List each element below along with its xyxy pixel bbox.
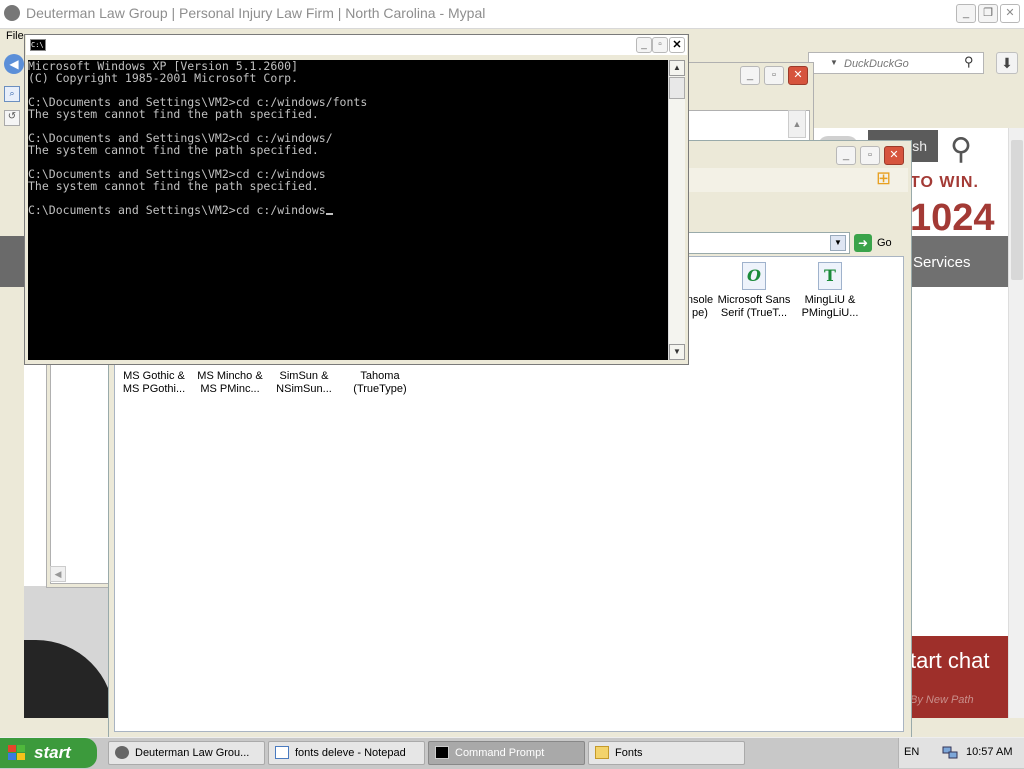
font-item-label: MS Gothic & MS PGothi... bbox=[122, 370, 186, 395]
site-search-icon[interactable]: ⚲ bbox=[950, 132, 972, 167]
site-nav-services[interactable]: Services bbox=[913, 254, 971, 271]
cmd-scrollbar[interactable]: ▲ ▼ bbox=[668, 60, 685, 360]
bookmarks-sidebar-icon[interactable]: ⌕ bbox=[4, 86, 20, 102]
taskbar-item-notepad[interactable]: fonts deleve - Notepad bbox=[268, 741, 425, 765]
cmd-output: Microsoft Windows XP [Version 5.1.2600] … bbox=[28, 60, 368, 217]
taskbar-item-label: Command Prompt bbox=[455, 747, 545, 759]
browser-sidebar-strip bbox=[0, 44, 24, 737]
cmd-console[interactable]: Microsoft Windows XP [Version 5.1.2600] … bbox=[28, 60, 668, 360]
font-item-label: SimSun & NSimSun... bbox=[276, 370, 332, 395]
cmd-app-icon: C:\ bbox=[30, 39, 46, 51]
font-item[interactable]: Tahoma (TrueType) bbox=[340, 370, 420, 396]
cmd-scrollbar-thumb[interactable] bbox=[669, 77, 685, 99]
site-slogan: TO WIN. bbox=[910, 174, 979, 191]
folder-icon bbox=[595, 746, 609, 759]
cmd-titlebar[interactable] bbox=[26, 35, 687, 55]
font-item[interactable]: SimSun & NSimSun... bbox=[264, 370, 344, 396]
fonts-close-button[interactable]: ✕ bbox=[884, 146, 904, 165]
font-item-label: MS Mincho & MS PMinc... bbox=[197, 370, 263, 395]
opentype-font-icon: O bbox=[742, 262, 766, 290]
notepad-minimize-button[interactable]: _ bbox=[740, 66, 760, 85]
taskbar-item-fonts[interactable]: Fonts bbox=[588, 741, 745, 765]
notepad-scroll-left[interactable]: ◀ bbox=[50, 566, 66, 582]
site-phone-number[interactable]: 1024 bbox=[910, 197, 995, 240]
font-item[interactable]: MS Gothic & MS PGothi... bbox=[114, 370, 194, 396]
browser-maximize-button[interactable]: ❐ bbox=[978, 4, 998, 23]
font-item-label: Microsoft Sans Serif (TrueT... bbox=[717, 294, 791, 319]
go-arrow-icon[interactable]: ➜ bbox=[854, 234, 872, 252]
font-item[interactable]: T MingLiU & PMingLiU... bbox=[790, 262, 870, 320]
taskbar-item-command-prompt[interactable]: Command Prompt bbox=[428, 741, 585, 765]
site-chat-label[interactable]: tart chat bbox=[910, 648, 989, 674]
browser-scrollbar[interactable] bbox=[1008, 128, 1024, 718]
taskbar-item-browser[interactable]: Deuterman Law Grou... bbox=[108, 741, 265, 765]
network-icon[interactable] bbox=[942, 744, 958, 760]
download-icon[interactable]: ⬇ bbox=[996, 52, 1018, 74]
menu-file[interactable]: File bbox=[6, 30, 24, 42]
browser-title: Deuterman Law Group | Personal Injury La… bbox=[26, 5, 486, 21]
truetype-font-icon: T bbox=[818, 262, 842, 290]
address-dropdown-icon[interactable]: ▼ bbox=[830, 235, 846, 251]
notepad-scroll-up[interactable]: ▲ bbox=[788, 110, 806, 138]
cmd-minimize-button[interactable]: _ bbox=[636, 37, 652, 53]
search-icon[interactable]: ⚲ bbox=[964, 54, 974, 70]
go-button-label[interactable]: Go bbox=[877, 237, 892, 249]
browser-close-button[interactable]: ✕ bbox=[1000, 4, 1020, 23]
browser-minimize-button[interactable]: _ bbox=[956, 4, 976, 23]
taskbar-item-label: Deuterman Law Grou... bbox=[135, 747, 250, 759]
notepad-close-button[interactable]: ✕ bbox=[788, 66, 808, 85]
cmd-close-button[interactable]: ✕ bbox=[669, 37, 685, 53]
cmd-maximize-button[interactable]: ▫ bbox=[652, 37, 668, 53]
font-item[interactable]: O Microsoft Sans Serif (TrueT... bbox=[714, 262, 794, 320]
cmd-scroll-down-icon[interactable]: ▼ bbox=[669, 344, 685, 360]
site-nav-bar-edge bbox=[0, 236, 24, 287]
search-placeholder: DuckDuckGo bbox=[844, 58, 909, 70]
notepad-maximize-button[interactable]: ▫ bbox=[764, 66, 784, 85]
history-sidebar-icon[interactable]: ↺ bbox=[4, 110, 20, 126]
clock: 10:57 AM bbox=[966, 746, 1013, 758]
taskbar-item-label: fonts deleve - Notepad bbox=[295, 747, 406, 759]
windows-logo-icon bbox=[8, 745, 26, 761]
cmd-icon bbox=[435, 746, 449, 759]
font-item-label: nsole pe) bbox=[686, 294, 714, 319]
browser-icon bbox=[115, 746, 129, 759]
font-item-label: Tahoma (TrueType) bbox=[353, 370, 407, 395]
fonts-minimize-button[interactable]: _ bbox=[836, 146, 856, 165]
font-item-label: MingLiU & PMingLiU... bbox=[801, 294, 859, 319]
language-indicator[interactable]: EN bbox=[904, 746, 919, 758]
font-item[interactable]: MS Mincho & MS PMinc... bbox=[190, 370, 270, 396]
cmd-cursor bbox=[325, 213, 333, 215]
windows-flag-icon: ⊞ bbox=[876, 168, 892, 188]
mypal-app-icon bbox=[4, 5, 20, 21]
site-chat-sub: By New Path bbox=[910, 694, 974, 706]
cmd-scroll-up-icon[interactable]: ▲ bbox=[669, 60, 685, 76]
back-arrow-icon[interactable]: ◀ bbox=[4, 54, 24, 74]
notepad-icon bbox=[275, 746, 289, 759]
taskbar-item-label: Fonts bbox=[615, 747, 643, 759]
search-engine-dropdown-icon[interactable]: ▼ bbox=[830, 58, 838, 67]
browser-scrollbar-thumb[interactable] bbox=[1011, 140, 1023, 280]
fonts-maximize-button[interactable]: ▫ bbox=[860, 146, 880, 165]
